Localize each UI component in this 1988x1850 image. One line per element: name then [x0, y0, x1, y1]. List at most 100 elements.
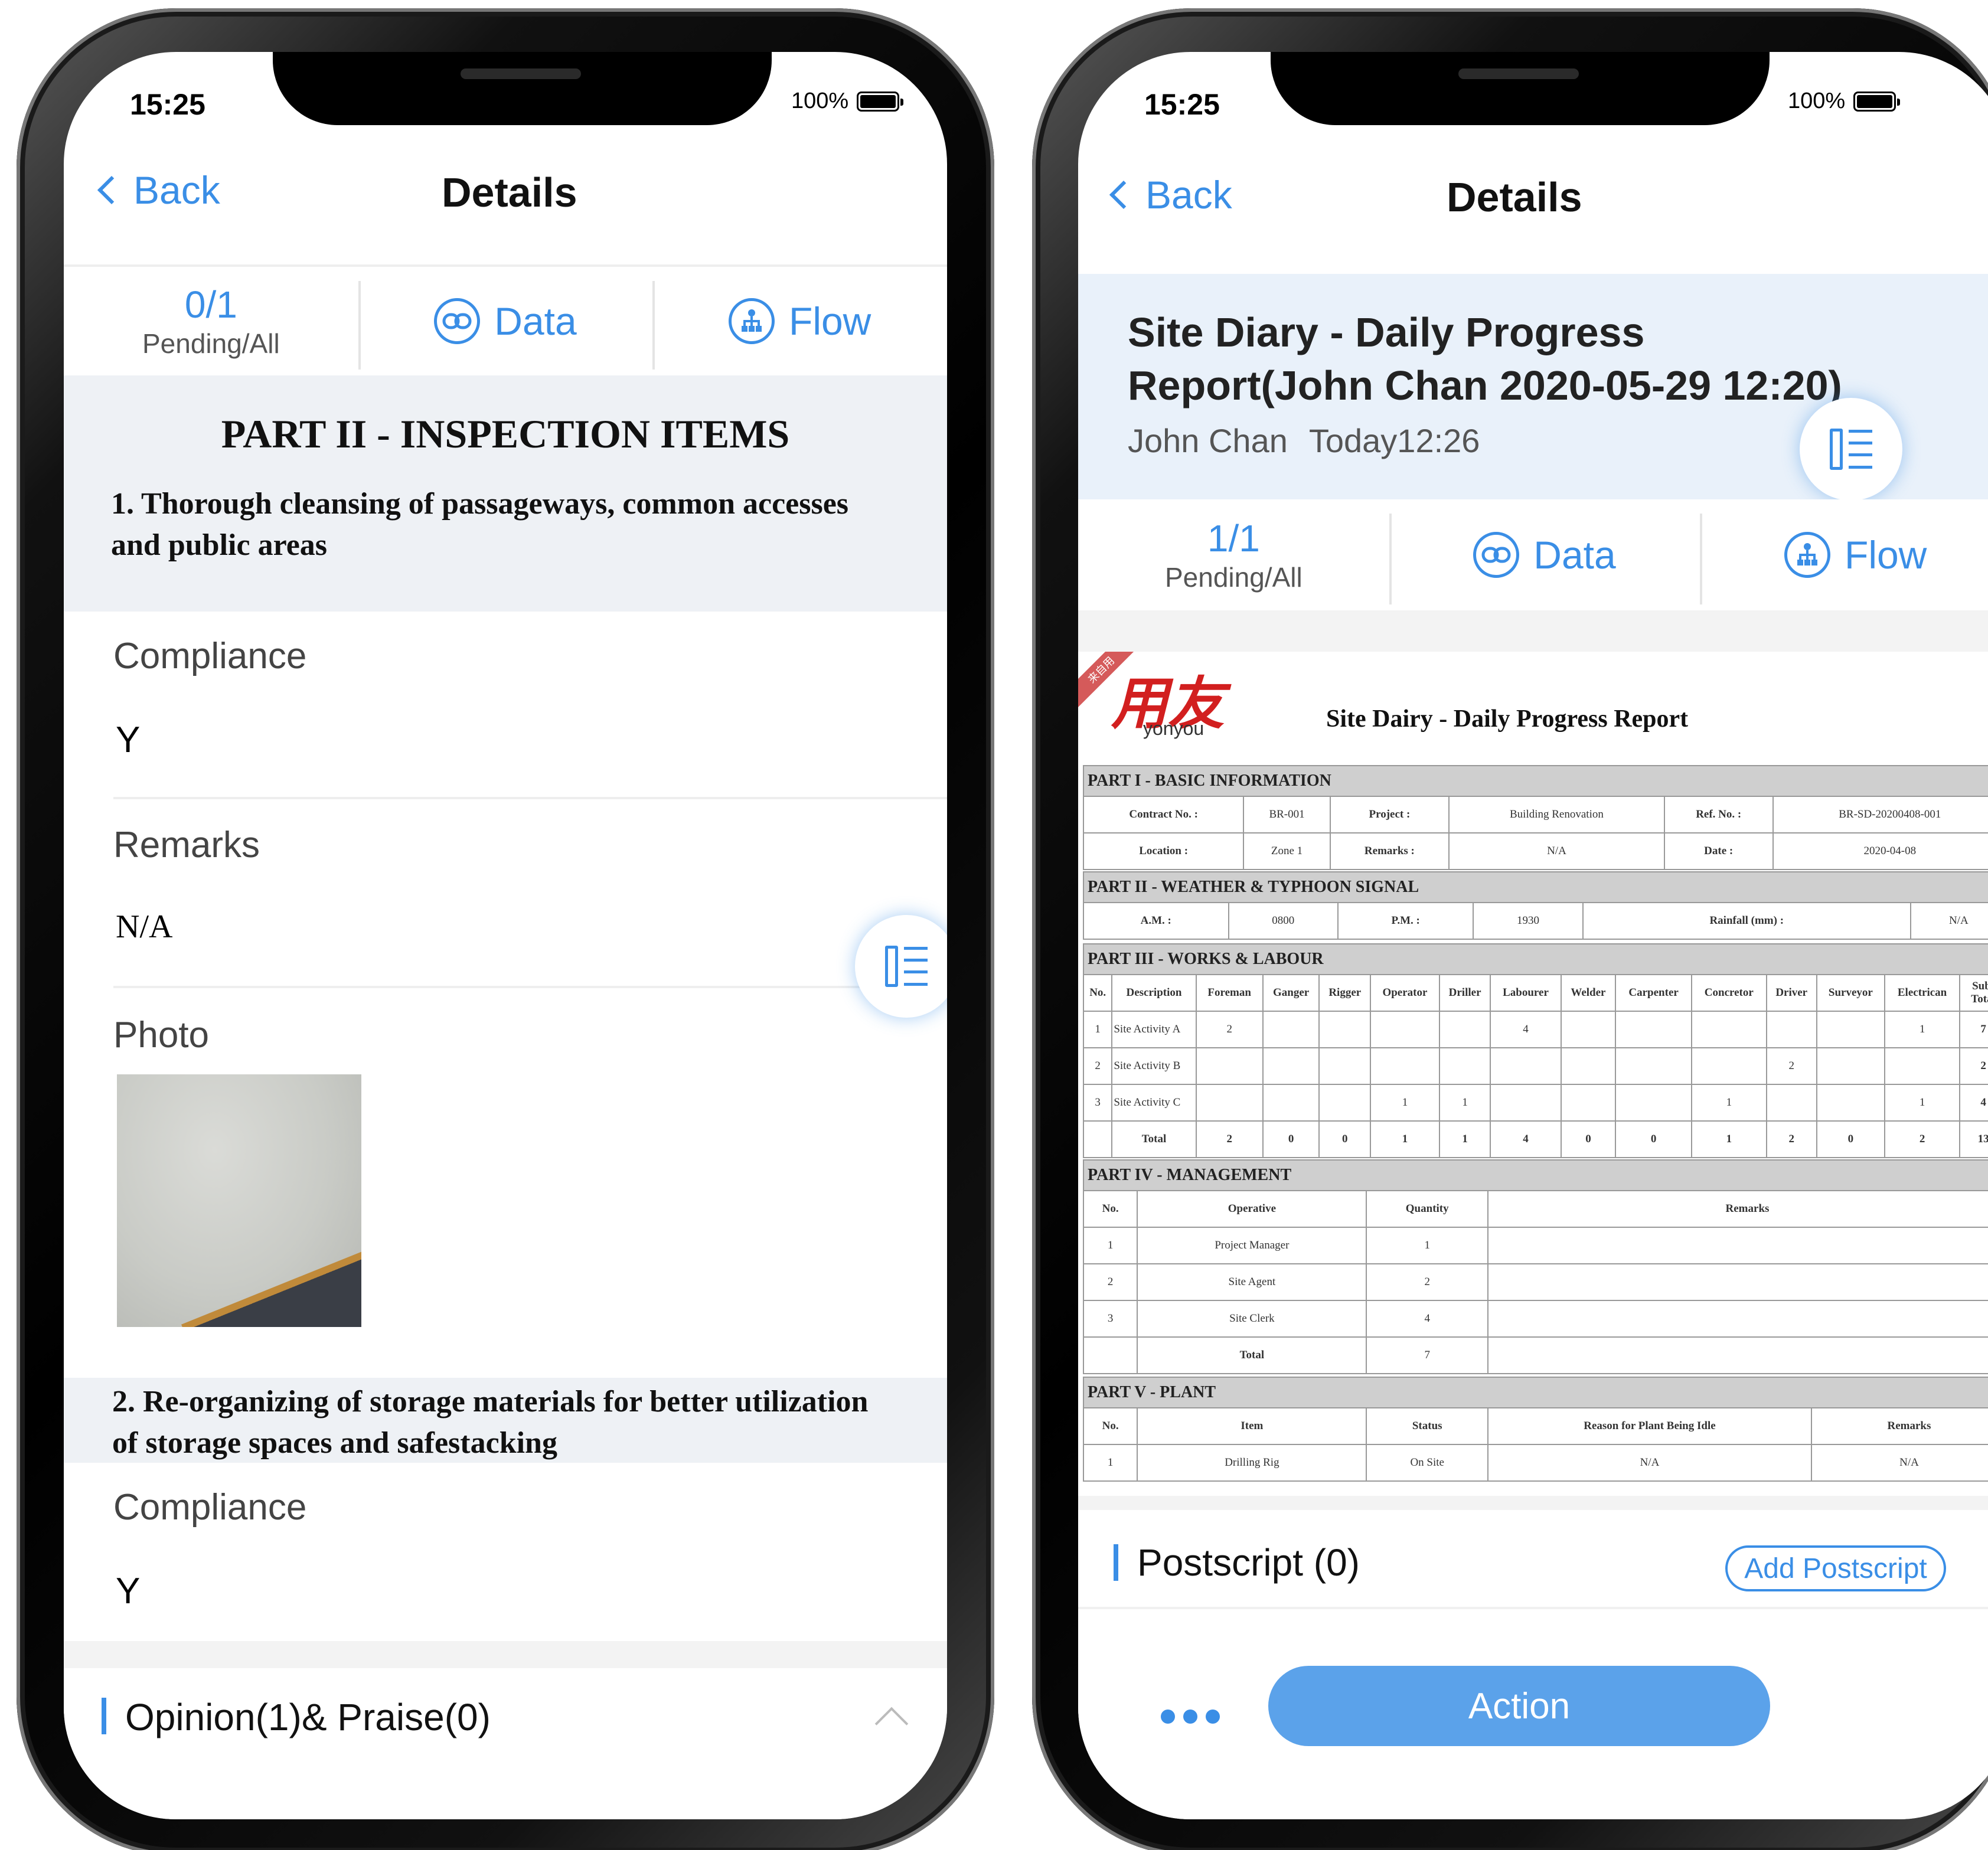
tab-pending[interactable]: 1/1 Pending/All [1078, 499, 1389, 610]
compliance-label-2: Compliance [113, 1487, 307, 1528]
photo-thumbnail[interactable] [117, 1074, 361, 1327]
table-cell: 3 [1082, 1300, 1138, 1338]
table-row: 1 Site Activity A2417 [1082, 1011, 1988, 1048]
screen-left: 15:25 100% Back Details 0/1 Pending/All … [64, 52, 947, 1819]
battery-icon [1853, 91, 1901, 112]
table-cell [1490, 1047, 1562, 1085]
column-header: Status [1366, 1407, 1488, 1445]
table-cell [1816, 1084, 1885, 1122]
table-cell: 1 [1366, 1227, 1488, 1264]
logo-subtext: yonyou [1143, 718, 1204, 739]
report-document[interactable]: 来自用 用友 yonyou Site Dairy - Daily Progres… [1078, 652, 1988, 1496]
tab-flow[interactable]: Flow [1700, 499, 1988, 610]
column-header: Concretor [1690, 974, 1767, 1012]
part2-table: A.M. : 0800 P.M. : 1930 Rainfall (mm) : … [1083, 902, 1988, 940]
outline-button[interactable] [855, 915, 947, 1018]
opinion-section[interactable]: Opinion(1)& Praise(0) [64, 1668, 947, 1819]
table-cell: Site Activity C [1111, 1084, 1197, 1122]
document-header: Site Diary - Daily Progress Report(John … [1078, 274, 1988, 501]
table-cell: Building Renovation [1448, 796, 1665, 834]
table-cell [1615, 1084, 1692, 1122]
column-header: Welder [1560, 974, 1617, 1012]
tab-flow[interactable]: Flow [652, 267, 947, 375]
speaker [1458, 68, 1579, 79]
back-button[interactable]: Back [93, 168, 220, 213]
table-cell [1370, 1047, 1440, 1085]
table-cell [1560, 1047, 1617, 1085]
outline-button[interactable] [1800, 398, 1902, 501]
part2-heading: PART II - WEATHER & TYPHOON SIGNAL [1083, 871, 1988, 903]
phone-left: 15:25 100% Back Details 0/1 Pending/All … [17, 8, 994, 1850]
table-cell: 4 [1959, 1084, 1988, 1122]
table-cell: 1930 [1473, 902, 1584, 940]
column-header: Labourer [1490, 974, 1562, 1012]
table-cell [1487, 1300, 1988, 1338]
table-header-row: No. Description Foreman Ganger Rigger Operato… [1082, 974, 1988, 1012]
table-row: 3 Site Activity C11114 [1082, 1084, 1988, 1122]
table-row: Location : Zone 1 Remarks : N/A Date : 2… [1082, 832, 1988, 870]
table-cell [1487, 1227, 1988, 1264]
table-cell: Location : [1082, 832, 1245, 870]
table-cell [1318, 1084, 1372, 1122]
table-cell [1490, 1084, 1562, 1122]
notch [273, 52, 772, 125]
battery-icon [857, 91, 904, 112]
column-header: Sub-Total [1959, 974, 1988, 1012]
tab-data-label: Data [494, 299, 577, 343]
tab-pending[interactable]: 0/1 Pending/All [64, 267, 358, 375]
action-button[interactable]: Action [1268, 1666, 1770, 1746]
column-header: Carpenter [1615, 974, 1692, 1012]
table-header-row: No. Operative Quantity Remarks [1082, 1190, 1988, 1228]
status-time: 15:25 [1144, 88, 1220, 121]
list-icon [885, 946, 928, 987]
table-row: 2 Site Agent 2 [1082, 1263, 1988, 1301]
table-row: Total 7 [1082, 1336, 1988, 1374]
table-cell: 4 [1490, 1120, 1562, 1158]
flow-icon [1784, 532, 1830, 578]
status-battery: 100% [1788, 89, 1901, 114]
part1-heading: PART I - BASIC INFORMATION [1083, 765, 1988, 797]
table-cell: Site Agent [1137, 1263, 1367, 1301]
table-cell [1816, 1011, 1885, 1048]
table-cell: On Site [1366, 1444, 1488, 1482]
item-1-title: 1. Thorough cleansing of passageways, co… [111, 487, 849, 562]
opinion-title: Opinion(1)& Praise(0) [125, 1696, 491, 1738]
pending-count: 1/1 [1207, 517, 1260, 560]
part3-heading: PART III - WORKS & LABOUR [1083, 943, 1988, 975]
column-header: Operative [1137, 1190, 1367, 1228]
table-cell: Zone 1 [1243, 832, 1331, 870]
table-cell: 2 [1765, 1120, 1817, 1158]
speaker [461, 68, 581, 79]
chevron-left-icon [1109, 180, 1138, 210]
table-cell: 1 [1883, 1084, 1961, 1122]
table-cell [1560, 1084, 1617, 1122]
link-icon [434, 298, 481, 344]
table-cell [1560, 1011, 1617, 1048]
column-header: Electrican [1883, 974, 1961, 1012]
column-header: Remarks [1810, 1407, 1988, 1445]
table-cell: 0800 [1228, 902, 1339, 940]
table-cell: BR-001 [1243, 796, 1331, 834]
table-cell: P.M. : [1337, 902, 1474, 940]
add-postscript-button[interactable]: Add Postscript [1725, 1545, 1946, 1591]
table-cell: 1 [1883, 1011, 1961, 1048]
column-header: Driller [1438, 974, 1491, 1012]
list-icon [1830, 429, 1872, 470]
table-cell: N/A [1909, 902, 1988, 940]
table-cell [1487, 1336, 1988, 1374]
page-title: Details [1447, 174, 1582, 220]
part5-table: No. Item Status Reason for Plant Being Idle… [1082, 1407, 1988, 1482]
part1-table: Contract No. : BR-001 Project : Building… [1082, 796, 1988, 870]
chevron-up-icon[interactable] [874, 1707, 909, 1741]
table-cell: 0 [1262, 1120, 1320, 1158]
back-button[interactable]: Back [1105, 172, 1232, 217]
more-icon[interactable] [1161, 1710, 1220, 1724]
tab-data[interactable]: Data [358, 267, 653, 375]
divider [113, 986, 947, 988]
tab-data[interactable]: Data [1389, 499, 1700, 610]
flow-icon [729, 298, 775, 344]
notch [1271, 52, 1770, 125]
table-cell: 2 [1883, 1120, 1961, 1158]
table-cell: 2 [1082, 1263, 1138, 1301]
column-header: Description [1111, 974, 1197, 1012]
